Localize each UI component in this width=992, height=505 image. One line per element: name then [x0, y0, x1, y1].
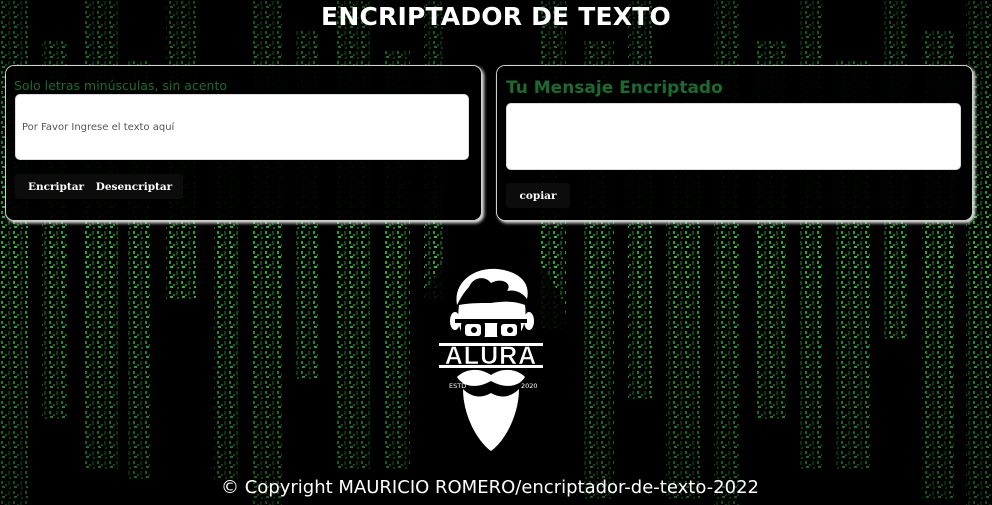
logo-brand: ALURA: [445, 342, 538, 370]
input-hint: Solo letras minúsculas, sin acento: [14, 78, 227, 93]
alura-logo: ALURA ESTD 2020: [439, 268, 543, 451]
result-output[interactable]: [506, 103, 961, 170]
result-title: Tu Mensaje Encriptado: [506, 78, 723, 98]
result-panel: Tu Mensaje Encriptado copiar: [497, 66, 972, 220]
decrypt-button[interactable]: Desencriptar: [85, 174, 183, 199]
logo-year: 2020: [521, 382, 538, 390]
beard-shape: [463, 389, 519, 451]
page-title: ENCRIPTADOR DE TEXTO: [321, 2, 671, 31]
encoder-panel: Solo letras minúsculas, sin acento Por F…: [6, 66, 481, 220]
text-input[interactable]: Por Favor Ingrese el texto aquí: [15, 94, 469, 160]
mustache-shape: [457, 369, 525, 386]
hair-shape: [456, 268, 528, 305]
footer-copyright: © Copyright MAURICIO ROMERO/encriptador-…: [221, 477, 759, 498]
app-page: ENCRIPTADOR DE TEXTO Solo letras minúscu…: [0, 0, 992, 505]
copy-button[interactable]: copiar: [506, 183, 570, 208]
logo-estd: ESTD: [449, 382, 466, 390]
